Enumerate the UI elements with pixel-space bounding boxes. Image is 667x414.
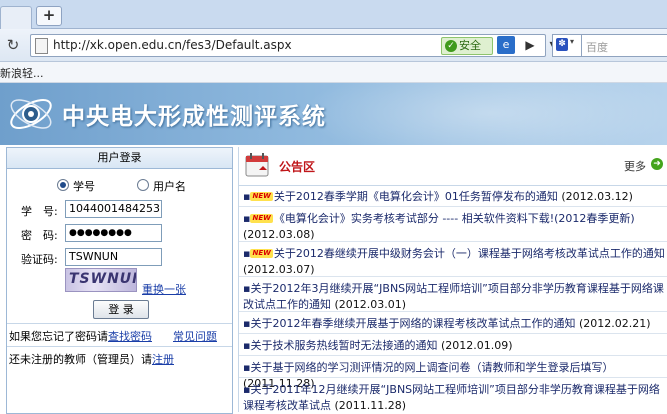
notice-item-text[interactable]: 关于2012年春季继续开展基于网络的课程考核改革试点工作的通知 [250,317,575,330]
site-logo [10,99,52,129]
refresh-captcha-link[interactable]: 重换一张 [142,281,186,297]
notice-item-text[interactable]: 关于2012年3月继续开展“JBNS网站工程师培训”项目部分非学历教育课程基于网… [243,282,664,311]
notice-item[interactable]: ▪ NEW 关于2012春继续开展中级财务会计（一）课程基于网络考核改革试点工作的通… [239,244,667,277]
secure-label: 安全 [459,39,481,52]
arrow-right-icon[interactable]: ➜ [651,158,663,170]
register-row: 还未注册的教师（管理员）请注册 [9,351,174,367]
notice-item-date: (2012.03.07) [243,263,315,276]
login-header: 用户登录 [7,148,232,169]
calendar-icon [245,153,269,177]
login-button[interactable]: 登 录 [93,300,149,319]
notice-item-date: (2012.01.09) [440,339,513,352]
compat-mode-icon[interactable]: e [497,36,515,54]
favorite-item[interactable]: 新浪轻... [0,65,44,81]
chevron-down-icon: ▾ [570,37,575,46]
baidu-icon: ✽ [556,38,568,51]
radio-student-id-label: 学号 [73,180,95,193]
forgot-text: 如果您忘记了密码请 [9,330,108,343]
search-engine-selector[interactable]: ✽ ▾ [552,34,582,57]
divider [7,346,232,347]
notice-item-text[interactable]: 《电算化会计》实务考核考试部分 ---- 相关软件资料下载!(2012春季更新) [274,212,635,225]
captcha-image: TSWNUN [65,268,137,292]
notice-title: 公告区 [279,160,316,174]
notice-item-date: (2012.03.08) [243,228,315,241]
go-icon[interactable]: ▶ [521,36,539,54]
notice-item[interactable]: ▪ NEW 《电算化会计》实务考核考试部分 ---- 相关软件资料下载!(2012春… [239,209,667,242]
notice-item[interactable]: ▪关于2012年3月继续开展“JBNS网站工程师培训”项目部分非学历教育课程基于… [239,279,667,312]
favorites-bar: 新浪轻... [0,62,667,83]
notice-item-text[interactable]: 关于2012春继续开展中级财务会计（一）课程基于网络考核改革试点工作的通知 [274,247,665,260]
password-label: 密 码: [21,229,58,242]
captcha-image-text: TSWNUN [69,271,136,287]
notice-item-text[interactable]: 关于2011年12月继续开展“JBNS网站工程师培训”项目部分非学历教育课程基于… [243,383,660,412]
notice-item[interactable]: ▪关于基于网络的学习测评情况的网上调查问卷（请教师和学生登录后填写） (2011… [239,358,667,390]
notice-item-text[interactable]: 关于2012春季学期《电算化会计》01任务暂停发布的通知 [274,190,558,203]
new-badge: NEW [250,214,273,223]
new-tab-button[interactable]: + [36,6,62,26]
notice-item-date: (2012.03.01) [334,298,407,311]
more-link[interactable]: 更多 [624,158,646,174]
banner-glow [300,83,667,145]
student-id-field[interactable]: 1044001484253 [65,200,162,218]
notice-item-text[interactable]: 关于基于网络的学习测评情况的网上调查问卷（请教师和学生登录后填写） [250,361,613,374]
register-link[interactable]: 注册 [152,353,174,366]
notice-item-date: (2012.02.21) [578,317,651,330]
reload-icon[interactable]: ↻ [4,36,22,54]
site-title: 中央电大形成性测评系统 [62,104,326,130]
notice-item-date: (2012.03.12) [561,190,633,203]
student-id-label: 学 号: [21,205,58,218]
find-password-link[interactable]: 查找密码 [108,330,152,343]
forgot-password-row: 如果您忘记了密码请查找密码 [9,328,152,344]
notice-item[interactable]: ▪关于2012年春季继续开展基于网络的课程考核改革试点工作的通知 (2012.0… [239,314,667,334]
radio-unselected-icon [137,179,149,191]
divider [7,323,232,324]
new-badge: NEW [250,249,273,258]
notice-panel: 公告区 更多 ➜ ▪ NEW 关于2012春季学期《电算化会计》01任务暂停发布的通… [238,147,667,412]
radio-username[interactable]: 用户名 [137,178,186,194]
new-badge: NEW [250,192,273,201]
page-icon [35,38,48,54]
captcha-label: 验证码: [21,253,58,266]
password-field[interactable]: ●●●●●●●● [65,224,162,242]
radio-username-label: 用户名 [153,180,186,193]
site-banner: 中央电大形成性测评系统 [0,83,667,145]
register-text: 还未注册的教师（管理员）请 [9,353,152,366]
tab-bar: + [0,0,667,29]
radio-selected-icon [57,179,69,191]
notice-item-text[interactable]: 关于技术服务热线暂时无法接通的通知 [250,339,437,352]
check-shield-icon: ✓ [445,40,457,52]
notice-item[interactable]: ▪ NEW 关于2012春季学期《电算化会计》01任务暂停发布的通知 (2012.0… [239,187,667,207]
navigation-bar: ↻ http://xk.open.edu.cn/fes3/Default.asp… [0,29,667,62]
captcha-field[interactable]: TSWNUN [65,248,162,266]
address-bar[interactable]: http://xk.open.edu.cn/fes3/Default.aspx … [30,34,555,57]
browser-tab[interactable] [0,6,32,29]
login-panel: 用户登录 学号 用户名 学 号: 1044001484253 密 码: ●●●●… [6,147,233,414]
search-input[interactable]: 百度 [582,34,667,57]
notice-item[interactable]: ▪关于2011年12月继续开展“JBNS网站工程师培训”项目部分非学历教育课程基… [239,380,667,412]
notice-item-date: (2011.11.28) [334,399,407,412]
notice-item[interactable]: ▪关于技术服务热线暂时无法接通的通知 (2012.01.09) [239,336,667,356]
radio-student-id[interactable]: 学号 [57,178,95,194]
notice-header: 公告区 更多 ➜ [239,147,667,186]
secure-badge[interactable]: ✓ 安全 [441,37,493,55]
search-placeholder: 百度 [586,41,608,54]
url-text[interactable]: http://xk.open.edu.cn/fes3/Default.aspx [53,38,292,52]
faq-link[interactable]: 常见问题 [173,328,217,344]
